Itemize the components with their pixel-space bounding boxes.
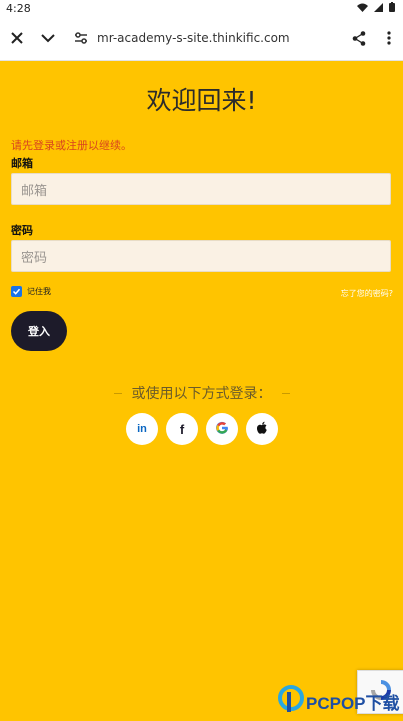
facebook-login-button[interactable]: f (166, 413, 198, 445)
page-title: 欢迎回来! (146, 86, 257, 115)
email-label: 邮箱 (11, 157, 33, 170)
chevron-down-icon[interactable] (37, 27, 59, 49)
wifi-icon (357, 2, 368, 15)
site-settings-icon[interactable] (70, 27, 92, 49)
apple-icon (256, 420, 268, 439)
battery-icon (389, 2, 395, 15)
forgot-password-link[interactable]: 忘了您的密码? (341, 288, 393, 299)
alt-login-label: 或使用以下方式登录： (131, 386, 272, 402)
watermark-text: PCPOP下载 (306, 693, 400, 713)
login-page: 欢迎回来! 请先登录或注册以继续。 邮箱 邮箱 密码 密码 记住我 忘了您的密码… (0, 61, 403, 720)
password-field[interactable]: 密码 (11, 240, 391, 272)
linkedin-login-button[interactable]: in (126, 413, 158, 445)
url-text[interactable]: mr-academy-s-site.thinkific.com (97, 31, 290, 45)
alt-login-divider: 或使用以下方式登录： (0, 383, 403, 403)
linkedin-icon: in (137, 423, 147, 435)
google-icon (215, 420, 229, 439)
divider-line (113, 392, 122, 394)
pcpop-watermark: PCPOP下载 (278, 681, 403, 721)
signal-icon (374, 2, 383, 15)
status-bar: 4:28 (0, 0, 403, 18)
apple-login-button[interactable] (246, 413, 278, 445)
remember-checkbox[interactable] (11, 286, 22, 297)
more-menu-icon[interactable] (378, 27, 400, 49)
email-placeholder: 邮箱 (21, 183, 48, 199)
facebook-icon: f (179, 421, 185, 437)
divider-line (281, 392, 290, 394)
pcpop-logo-icon (278, 684, 306, 718)
remember-me[interactable]: 记住我 (11, 286, 51, 297)
browser-toolbar: mr-academy-s-site.thinkific.com (0, 18, 403, 61)
password-placeholder: 密码 (21, 250, 48, 266)
login-notice: 请先登录或注册以继续。 (11, 139, 132, 152)
email-field[interactable]: 邮箱 (11, 173, 391, 205)
remember-label: 记住我 (27, 287, 51, 296)
status-time: 4:28 (6, 2, 31, 15)
password-label: 密码 (11, 224, 33, 237)
share-icon[interactable] (348, 27, 370, 49)
google-login-button[interactable] (206, 413, 238, 445)
status-icons (357, 2, 395, 15)
login-button[interactable]: 登入 (11, 311, 67, 351)
close-icon[interactable] (6, 27, 28, 49)
